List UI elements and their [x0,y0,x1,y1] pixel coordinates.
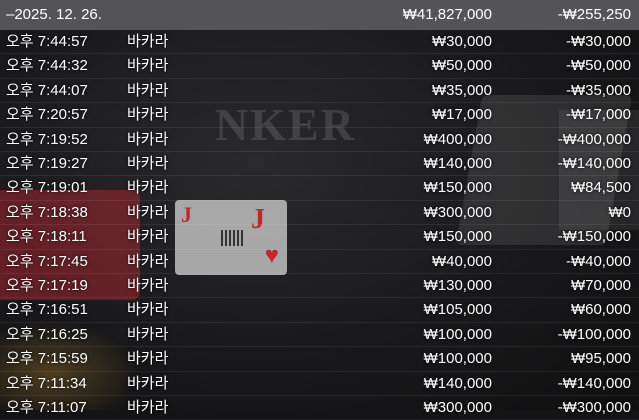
bet-history-row[interactable]: 오후 7:11:34 바카라 ₩140,000 -₩140,000 [0,372,639,396]
bet-time: 오후 7:17:45 [6,252,88,270]
bet-history-row[interactable]: 오후 7:44:07 바카라 ₩35,000 -₩35,000 [0,79,639,104]
bet-result: -₩17,000 [565,106,631,124]
bet-amount: ₩130,000 [423,277,492,294]
bet-time: 오후 7:44:57 [6,33,88,50]
bet-amount: ₩150,000 [423,228,492,246]
bet-amount: ₩17,000 [431,106,492,124]
bet-amount: ₩100,000 [423,325,492,343]
game-name: 바카라 [127,277,169,294]
game-name: 바카라 [127,203,169,221]
bet-result: -₩50,000 [565,57,631,75]
bet-history-row[interactable]: 오후 7:17:19 바카라 ₩130,000 ₩70,000 [0,274,639,299]
bet-time: 오후 7:16:51 [6,301,88,319]
game-name: 바카라 [127,179,169,197]
bet-result: -₩140,000 [557,155,631,172]
bet-result: ₩70,000 [570,277,631,294]
game-name: 바카라 [127,57,169,75]
bet-result: -₩100,000 [557,325,631,343]
game-name: 바카라 [127,252,169,270]
game-name: 바카라 [127,325,169,343]
summary-total-bet: ₩41,827,000 [402,6,492,23]
game-name: 바카라 [127,33,169,50]
bet-amount: ₩150,000 [423,179,492,197]
game-name: 바카라 [127,399,169,416]
bet-amount: ₩300,000 [423,399,492,416]
bet-time: 오후 7:15:59 [6,350,88,368]
bet-history-row[interactable]: 오후 7:16:25 바카라 ₩100,000 -₩100,000 [0,323,639,348]
bet-time: 오후 7:18:38 [6,203,88,221]
bet-result: -₩140,000 [557,374,631,392]
bet-history-row[interactable]: 오후 7:44:32 바카라 ₩50,000 -₩50,000 [0,54,639,79]
bet-result: ₩84,500 [570,179,631,197]
bet-history-row[interactable]: 오후 7:18:11 바카라 ₩150,000 -₩150,000 [0,225,639,250]
game-name: 바카라 [127,374,169,392]
bet-amount: ₩50,000 [431,57,492,75]
bet-amount: ₩400,000 [423,130,492,148]
bet-history-row[interactable]: 오후 7:17:45 바카라 ₩40,000 -₩40,000 [0,250,639,274]
bet-result: -₩35,000 [565,81,631,99]
bet-result: -₩150,000 [557,228,631,246]
bet-time: 오후 7:44:07 [6,81,88,99]
bet-history-row[interactable]: 오후 7:19:01 바카라 ₩150,000 ₩84,500 [0,176,639,201]
bet-history-row[interactable]: 오후 7:11:07 바카라 ₩300,000 -₩300,000 [0,396,639,420]
bet-time: 오후 7:11:34 [6,374,87,392]
bet-amount: ₩105,000 [423,301,492,319]
bet-history-row[interactable]: 오후 7:44:57 바카라 ₩30,000 -₩30,000 [0,30,639,55]
bet-amount: ₩30,000 [431,33,492,50]
game-name: 바카라 [127,106,169,124]
bet-result: ₩60,000 [570,301,631,319]
bet-amount: ₩40,000 [431,252,492,270]
summary-total-result: -₩255,250 [557,6,631,23]
bet-history-row[interactable]: 오후 7:19:52 바카라 ₩400,000 -₩400,000 [0,128,639,152]
bet-amount: ₩140,000 [423,155,492,172]
bet-result: -₩40,000 [565,252,631,270]
game-name: 바카라 [127,350,169,368]
game-name: 바카라 [127,130,169,148]
bet-time: 오후 7:19:27 [6,155,88,172]
bet-amount: ₩35,000 [431,81,492,99]
game-name: 바카라 [127,301,169,319]
bet-result: ₩0 [608,203,632,221]
bet-amount: ₩300,000 [423,203,492,221]
bet-time: 오후 7:19:52 [6,130,88,148]
game-name: 바카라 [127,81,169,99]
bet-history-row[interactable]: 오후 7:15:59 바카라 ₩100,000 ₩95,000 [0,347,639,372]
bet-result: -₩300,000 [557,399,631,416]
bet-time: 오후 7:44:32 [6,57,88,75]
bet-history-row[interactable]: 오후 7:18:38 바카라 ₩300,000 ₩0 [0,201,639,226]
bet-history-row[interactable]: 오후 7:20:57 바카라 ₩17,000 -₩17,000 [0,103,639,128]
bet-result: -₩400,000 [557,130,631,148]
game-name: 바카라 [127,228,169,246]
bet-amount: ₩100,000 [423,350,492,368]
bet-time: 오후 7:19:01 [6,179,88,197]
game-name: 바카라 [127,155,169,172]
bet-result: -₩30,000 [565,33,631,50]
bet-amount: ₩140,000 [423,374,492,392]
summary-date: –2025. 12. 26. [6,6,102,23]
bet-time: 오후 7:20:57 [6,106,88,124]
bet-result: ₩95,000 [570,350,631,368]
bet-time: 오후 7:17:19 [6,277,88,294]
bet-history-row[interactable]: 오후 7:16:51 바카라 ₩105,000 ₩60,000 [0,298,639,323]
date-summary-row[interactable]: –2025. 12. 26. ₩41,827,000 -₩255,250 [0,0,639,30]
bet-time: 오후 7:18:11 [6,228,87,246]
bet-time: 오후 7:11:07 [6,399,87,416]
bet-time: 오후 7:16:25 [6,325,88,343]
bet-history-row[interactable]: 오후 7:19:27 바카라 ₩140,000 -₩140,000 [0,152,639,177]
bet-history-list: –2025. 12. 26. ₩41,827,000 -₩255,250 오후 … [0,0,639,420]
